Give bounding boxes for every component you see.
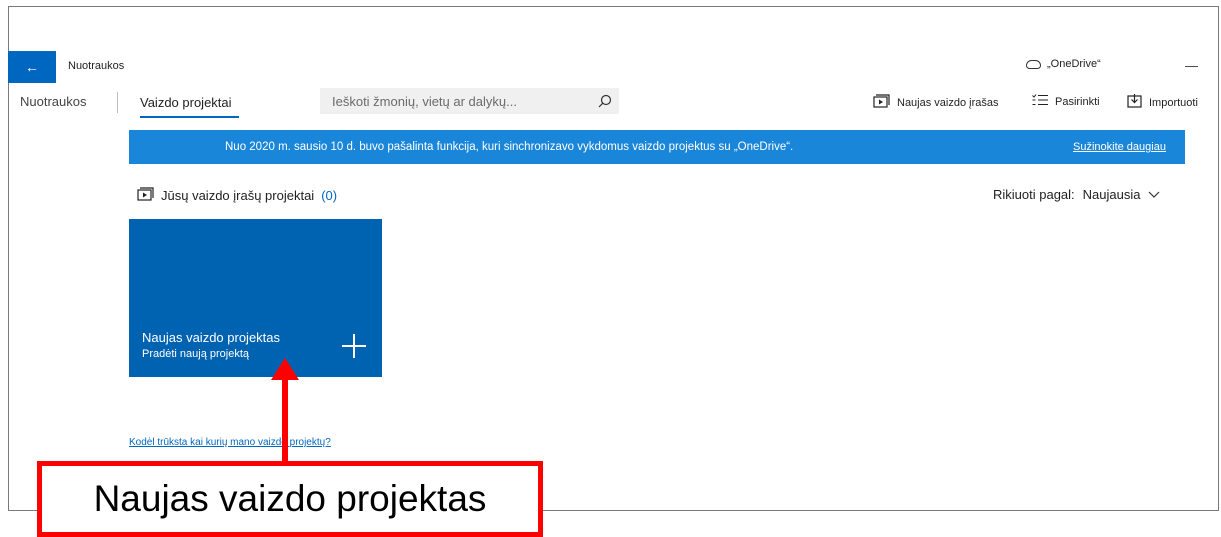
search-input[interactable] (332, 93, 572, 109)
import-label: Importuoti (1149, 96, 1198, 109)
search-icon[interactable] (591, 94, 619, 108)
callout-box: Naujas vaizdo projektas (37, 461, 543, 537)
project-count: (0) (321, 188, 338, 203)
select-list-icon (1032, 94, 1048, 109)
sort-value: Naujausia (1082, 187, 1141, 202)
video-icon (137, 187, 154, 204)
tab-video-projects[interactable]: Vaizdo projektai (140, 95, 232, 110)
minimize-icon: — (1185, 58, 1198, 73)
info-banner: Nuo 2020 m. sausio 10 d. buvo pašalinta … (129, 130, 1185, 164)
new-video-project-tile[interactable]: Naujas vaizdo projektas Pradėti naują pr… (129, 219, 382, 377)
video-icon (873, 94, 890, 111)
nav-divider (117, 92, 118, 113)
section-header: Jūsų vaizdo įrašų projektai (0) (137, 187, 337, 204)
sort-label: Rikiuoti pagal: (993, 187, 1075, 202)
sort-dropdown[interactable]: Rikiuoti pagal: Naujausia (993, 187, 1160, 202)
onedrive-label: „OneDrive“ (1047, 58, 1101, 70)
cloud-icon (1026, 59, 1041, 69)
minimize-button[interactable]: — (1185, 58, 1198, 73)
learn-more-link[interactable]: Sužinokite daugiau (1073, 141, 1166, 153)
app-title: Nuotraukos (68, 60, 125, 72)
banner-text: Nuo 2020 m. sausio 10 d. buvo pašalinta … (225, 141, 794, 153)
new-video-button[interactable]: Naujas vaizdo įrašas (873, 94, 999, 111)
callout-arrow-shaft (282, 374, 288, 462)
select-button[interactable]: Pasirinkti (1032, 94, 1100, 109)
section-title: Jūsų vaizdo įrašų projektai (161, 188, 315, 203)
callout-text: Naujas vaizdo projektas (93, 478, 487, 519)
onedrive-button[interactable]: „OneDrive“ (1026, 58, 1101, 70)
tab-photos[interactable]: Nuotraukos (20, 94, 86, 109)
back-arrow-icon: ← (25, 59, 39, 75)
new-video-label: Naujas vaizdo įrašas (897, 96, 999, 109)
import-icon (1127, 94, 1142, 111)
tile-subtitle: Pradėti naują projektą (142, 348, 250, 360)
tab-active-indicator (140, 116, 239, 118)
plus-icon (342, 334, 366, 358)
chevron-down-icon (1148, 187, 1160, 202)
callout-arrow-head (271, 358, 299, 380)
missing-projects-link[interactable]: Kodėl trūksta kai kurių mano vaizdo proj… (129, 437, 331, 448)
search-box[interactable] (320, 88, 619, 114)
select-label: Pasirinkti (1055, 95, 1100, 108)
tile-title: Naujas vaizdo projektas (142, 330, 281, 345)
import-button[interactable]: Importuoti (1127, 94, 1198, 111)
back-button[interactable]: ← (8, 51, 56, 83)
